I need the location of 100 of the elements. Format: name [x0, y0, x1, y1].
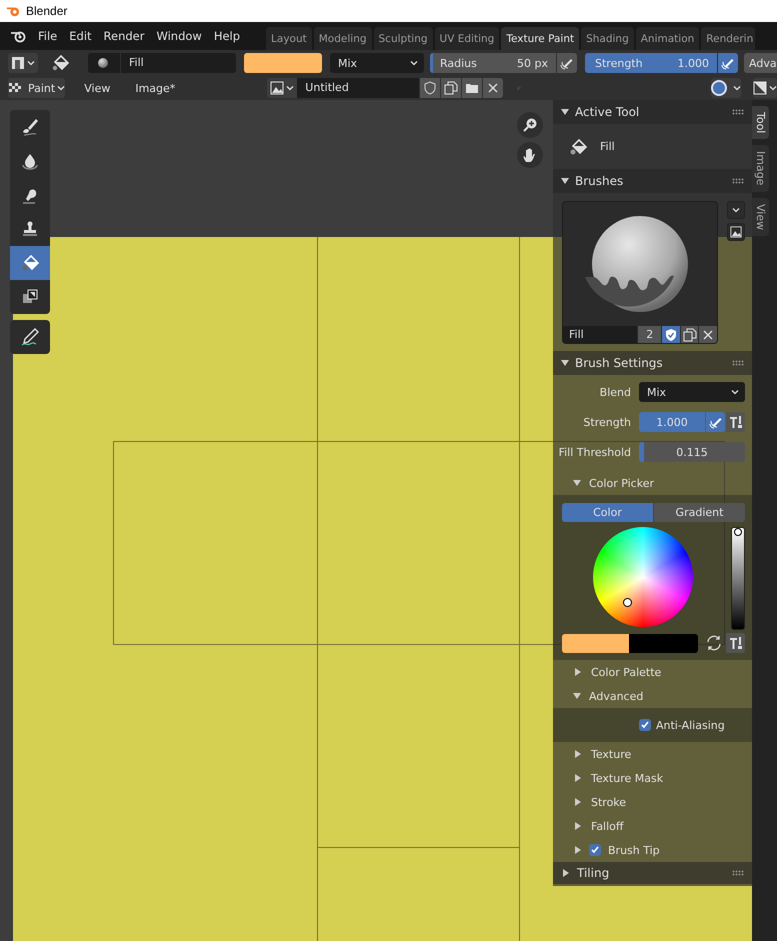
caret-icon [286, 84, 294, 92]
fake-user-button[interactable] [662, 326, 680, 343]
overlay-dropdown[interactable] [711, 78, 741, 98]
image-button[interactable] [727, 223, 745, 241]
menu-item[interactable]: Window [150, 29, 208, 43]
menu-item[interactable]: Render [98, 29, 150, 43]
open-button[interactable] [462, 78, 482, 98]
panel-header[interactable]: Tiling [553, 862, 752, 884]
pan-button[interactable] [517, 142, 543, 168]
color-swatch[interactable] [562, 634, 629, 652]
checkbox[interactable] [589, 844, 601, 856]
picker-handle[interactable] [623, 598, 632, 607]
drag-handle-icon[interactable] [732, 870, 744, 876]
panel-header[interactable]: Active Tool [553, 100, 752, 124]
slider-handle[interactable] [734, 528, 742, 536]
brush-icon [20, 117, 40, 137]
workspace-tab[interactable]: Modeling [314, 27, 372, 50]
brush-name-field[interactable]: Fill [563, 326, 638, 343]
subpanel-header[interactable]: Falloff [553, 814, 752, 838]
subpanel-title: Stroke [591, 796, 626, 808]
advanced-button[interactable]: Adva [744, 53, 777, 73]
close-button[interactable] [699, 326, 717, 343]
subpanel-header[interactable]: Brush Tip [553, 838, 752, 862]
image-name-field[interactable]: Untitled [297, 78, 420, 98]
close-button[interactable] [483, 78, 504, 98]
value-slider[interactable] [731, 527, 745, 630]
draw-tool-button[interactable] [10, 110, 50, 144]
drag-handle-icon[interactable] [732, 109, 744, 115]
window-title: Blender [26, 4, 68, 18]
color-swatch[interactable] [244, 53, 322, 73]
brush-menu-button[interactable] [727, 201, 745, 219]
panel-title: Brushes [575, 174, 624, 188]
zoom-button[interactable] [517, 112, 543, 138]
duplicate-button[interactable] [680, 326, 698, 343]
menu-item[interactable]: File [32, 29, 64, 43]
workspace-tab[interactable]: Sculpting [374, 27, 433, 50]
subpanel-header[interactable]: Color Palette [553, 660, 752, 684]
panel-title: Active Tool [575, 105, 640, 119]
workspace-tab[interactable]: Shading [581, 27, 634, 50]
caret-icon [410, 59, 418, 67]
copy-icon [444, 81, 458, 95]
annotate-tool-button[interactable] [10, 320, 50, 354]
pen-pressure-icon [560, 56, 574, 70]
mode-dropdown[interactable] [8, 53, 38, 73]
workspace-tab[interactable]: Animation [636, 27, 700, 50]
workspace-tab[interactable]: UV Editing [434, 27, 500, 50]
mask-tool-button[interactable] [10, 280, 50, 314]
sidebar-tab[interactable]: Tool [752, 106, 769, 140]
subpanel-header[interactable]: Color Picker [553, 471, 752, 495]
checkbox-label: Anti-Aliasing [656, 718, 725, 732]
panel-header[interactable]: Brushes [553, 169, 752, 193]
stamp-icon [20, 219, 40, 239]
mode-dropdown[interactable]: Paint [8, 78, 66, 98]
value-slider[interactable]: 1.000 [639, 412, 705, 432]
user-count[interactable]: 2 [638, 326, 662, 343]
swap-icon[interactable] [706, 635, 722, 651]
blend-dropdown[interactable]: Mix [639, 382, 745, 402]
subpanel-header[interactable]: Advanced [553, 684, 752, 708]
workspace-tab[interactable]: Renderin [701, 27, 756, 50]
subpanel-header[interactable]: Texture [553, 742, 752, 766]
radius-slider[interactable]: Radius 50 px [430, 53, 556, 73]
sidebar-tab[interactable]: Image [752, 145, 769, 192]
menu-item[interactable]: Edit [63, 29, 98, 43]
brush-preview-icon [98, 58, 108, 68]
blend-dropdown[interactable]: Mix [330, 53, 424, 73]
picker-mode-tab[interactable]: Color [562, 503, 653, 522]
shield-icon [423, 81, 438, 95]
pressure-button[interactable] [706, 412, 725, 432]
fake-user-button[interactable] [420, 78, 440, 98]
drag-handle-icon[interactable] [732, 178, 744, 184]
picker-mode-tab[interactable]: Gradient [654, 503, 745, 522]
menu-item[interactable]: Help [208, 29, 246, 43]
caret-icon [27, 59, 35, 67]
menu-item[interactable]: View [78, 82, 116, 94]
menu-item[interactable]: Image* [129, 82, 182, 94]
unified-setting-button[interactable] [726, 633, 745, 653]
fill-bucket-icon [20, 253, 40, 273]
subpanel-header[interactable]: Stroke [553, 790, 752, 814]
panel-header[interactable]: Brush Settings [553, 351, 752, 375]
display-channels-dropdown[interactable] [753, 78, 777, 98]
value-slider[interactable]: 0.115 [639, 442, 745, 462]
clone-tool-button[interactable] [10, 212, 50, 246]
fill-tool-button[interactable] [10, 246, 50, 280]
duplicate-button[interactable] [441, 78, 462, 98]
checkbox[interactable] [639, 719, 651, 731]
sidebar-tab[interactable]: View [752, 198, 769, 236]
image-browse-button[interactable] [267, 78, 298, 98]
pressure-button[interactable] [718, 53, 738, 73]
brush-field[interactable]: Fill [88, 53, 236, 73]
caret-icon [57, 84, 66, 92]
workspace-tab[interactable]: Texture Paint [501, 27, 580, 50]
pressure-button[interactable] [557, 53, 577, 73]
subpanel-header[interactable]: Texture Mask [553, 766, 752, 790]
folder-icon [465, 81, 480, 95]
subpanel-title: Brush Tip [608, 844, 660, 856]
color-swatch[interactable] [629, 634, 698, 652]
drag-handle-icon[interactable] [732, 360, 744, 366]
unified-setting-button[interactable] [726, 412, 745, 432]
strength-slider[interactable]: Strength 1.000 [585, 53, 717, 73]
workspace-tab[interactable]: Layout [266, 27, 312, 50]
